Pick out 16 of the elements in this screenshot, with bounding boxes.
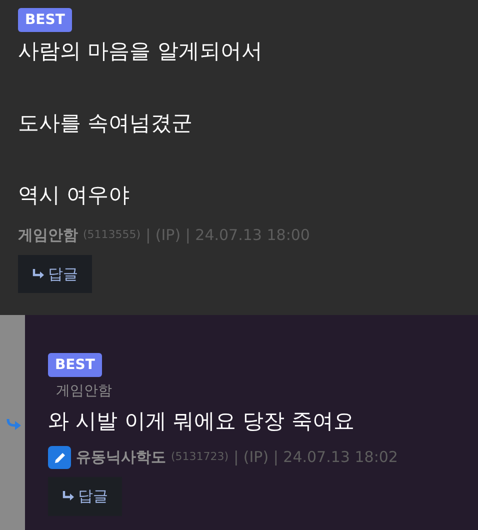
reply-arrow-icon xyxy=(32,268,45,279)
best-badge: BEST xyxy=(48,353,102,377)
comment-text: 도사를 속여넘겼군 xyxy=(18,110,194,137)
comment-text: 역시 여우야 xyxy=(18,182,131,209)
reply-to-name: 게임안함 xyxy=(56,382,113,401)
author-name[interactable]: 유동닉사학도 xyxy=(76,446,166,469)
best-badge: BEST xyxy=(18,8,72,32)
reply-button[interactable]: 답글 xyxy=(18,254,92,293)
reply-button[interactable]: 답글 xyxy=(48,477,122,516)
comment-text: 사람의 마음을 알게되어서 xyxy=(18,38,264,65)
comment-meta: | (IP) | 24.07.13 18:02 xyxy=(234,447,398,468)
comment-text: 와 시발 이게 뭐에요 당장 죽여요 xyxy=(48,408,356,435)
reply-arrow-icon xyxy=(62,491,75,502)
author-name[interactable]: 게임안함 xyxy=(18,224,78,246)
user-id: (5131723) xyxy=(171,449,229,466)
reply-indicator-icon xyxy=(6,419,22,431)
